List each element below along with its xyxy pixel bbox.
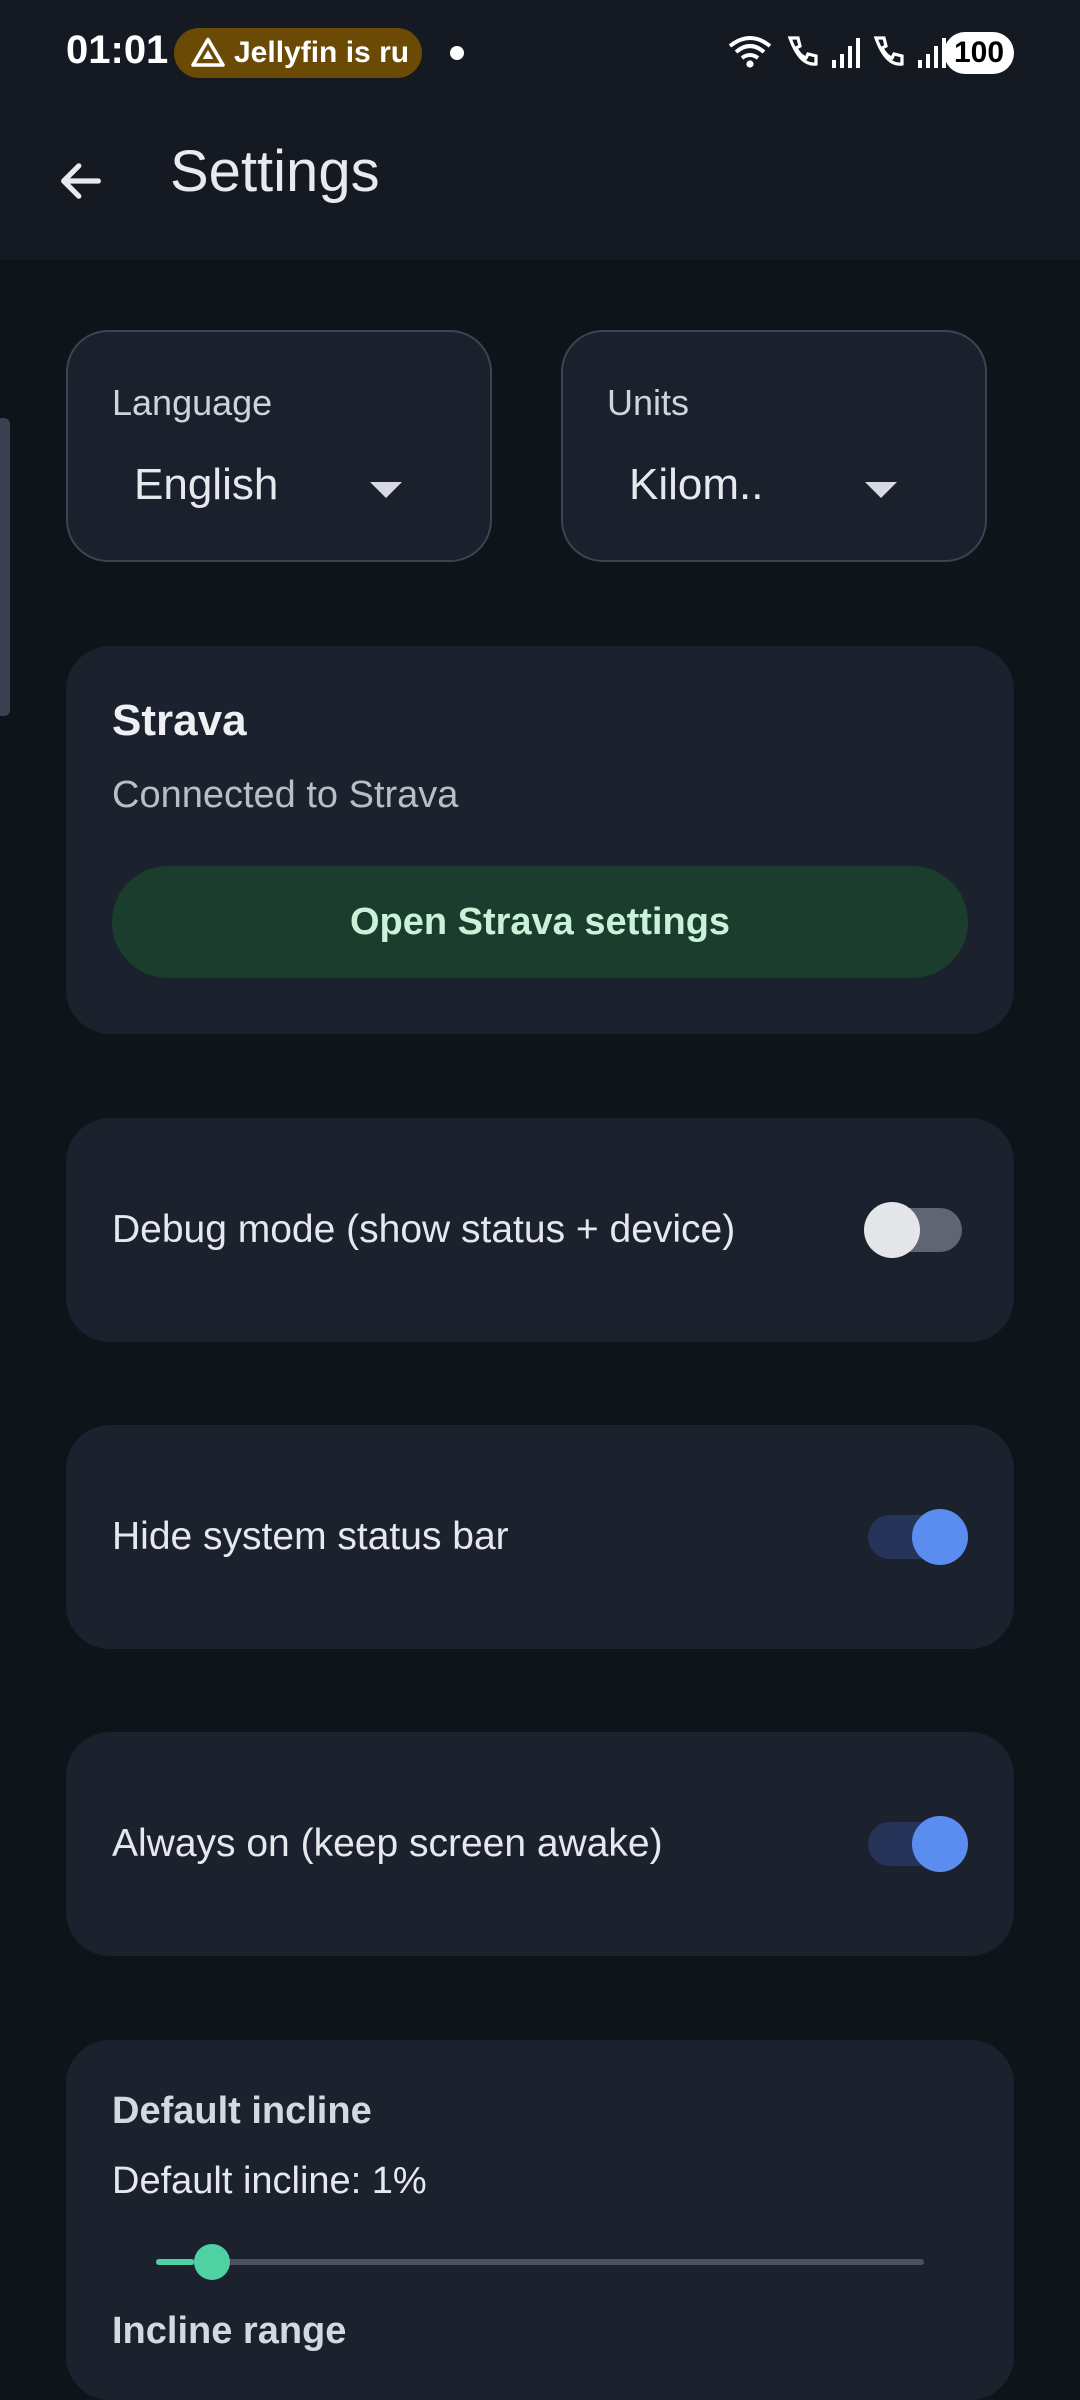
always-on-switch[interactable] [868,1816,968,1872]
default-incline-card: Default incline Default incline: 1% Incl… [66,2040,1014,2400]
debug-mode-label: Debug mode (show status + device) [112,1208,736,1251]
language-dropdown[interactable]: Language English [66,330,492,562]
battery-indicator: 100 [944,32,1014,74]
switch-thumb [912,1509,968,1565]
units-value: Kilom.. [629,460,764,509]
page-title: Settings [170,139,380,204]
wifi-icon [728,36,772,68]
incline-range-title: Incline range [112,2310,347,2352]
default-incline-title: Default incline [112,2090,372,2132]
hide-status-bar-label: Hide system status bar [112,1515,509,1558]
back-button[interactable] [46,146,116,216]
default-incline-value: Default incline: 1% [112,2160,427,2202]
always-on-card[interactable]: Always on (keep screen awake) [66,1732,1014,1956]
slider-active-track [156,2259,194,2265]
edge-scroll-indicator [0,418,10,716]
notification-dot [450,46,464,60]
always-on-label: Always on (keep screen awake) [112,1822,663,1865]
notification-pill[interactable]: Jellyfin is ru [174,28,422,78]
default-incline-slider[interactable] [156,2244,924,2280]
strava-card: Strava Connected to Strava Open Strava s… [66,646,1014,1034]
signal-sim2-icon [918,38,946,68]
strava-title: Strava [112,696,247,745]
language-value: English [134,460,279,509]
hide-status-bar-switch[interactable] [868,1509,968,1565]
hide-status-bar-card[interactable]: Hide system status bar [66,1425,1014,1649]
arrow-back-icon [61,163,101,199]
open-strava-settings-button[interactable]: Open Strava settings [112,866,968,978]
slider-track [156,2259,924,2265]
units-dropdown[interactable]: Units Kilom.. [561,330,987,562]
status-time: 01:01 [66,28,169,72]
switch-thumb [912,1816,968,1872]
system-icons [726,30,946,74]
signal-sim1-icon [832,38,860,68]
notification-text: Jellyfin is ru [234,36,410,69]
slider-thumb[interactable] [194,2244,230,2280]
units-label: Units [607,382,690,423]
caret-down-icon [865,482,897,498]
status-bar: 01:01 Jellyfin is ru 100 [0,0,1080,108]
language-label: Language [112,382,273,423]
debug-mode-switch[interactable] [864,1202,962,1258]
debug-mode-card[interactable]: Debug mode (show status + device) [66,1118,1014,1342]
call-sim1-icon [787,36,818,66]
switch-thumb [864,1202,920,1258]
caret-down-icon [370,482,402,498]
call-sim2-icon [873,36,904,66]
strava-status: Connected to Strava [112,774,459,816]
app-bar: Settings [0,108,1080,260]
warning-icon [191,37,225,67]
